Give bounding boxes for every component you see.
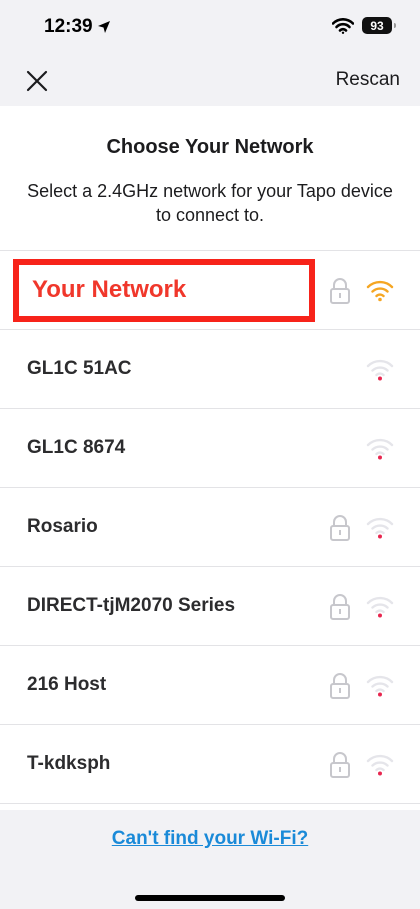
status-bar: 12:39 93 bbox=[0, 0, 420, 56]
status-indicators: 93 bbox=[332, 17, 396, 34]
network-row-t-kdksph[interactable]: T-kdksph bbox=[0, 725, 420, 804]
lock-icon bbox=[330, 673, 350, 699]
status-time: 12:39 bbox=[44, 16, 93, 37]
wifi-signal-icon bbox=[366, 754, 394, 776]
nav-bar: Rescan bbox=[0, 56, 420, 106]
network-row-your-network[interactable]: Your Network bbox=[0, 251, 420, 330]
rescan-button[interactable]: Rescan bbox=[336, 69, 400, 91]
home-indicator bbox=[135, 895, 285, 901]
wifi-signal-icon bbox=[366, 675, 394, 697]
network-name: 216 Host bbox=[27, 674, 107, 695]
lock-icon bbox=[330, 594, 350, 620]
wifi-icon bbox=[332, 17, 354, 34]
network-list: Your Network GL1C 51AC GL1C 8674 Rosario… bbox=[0, 250, 420, 804]
wifi-signal-icon bbox=[366, 280, 394, 302]
network-name: T-kdksph bbox=[27, 753, 111, 774]
wifi-signal-icon bbox=[366, 359, 394, 381]
page-title: Choose Your Network bbox=[106, 136, 314, 158]
lock-icon bbox=[330, 752, 350, 778]
network-row-216-host[interactable]: 216 Host bbox=[0, 646, 420, 725]
lock-icon bbox=[330, 515, 350, 541]
network-name: GL1C 51AC bbox=[27, 358, 132, 379]
battery-icon: 93 bbox=[362, 17, 396, 34]
battery-level: 93 bbox=[370, 18, 384, 33]
network-selection-panel: Choose Your Network Select a 2.4GHz netw… bbox=[0, 106, 420, 810]
wifi-signal-icon bbox=[366, 438, 394, 460]
wifi-signal-icon bbox=[366, 517, 394, 539]
network-row-gl1c-8674[interactable]: GL1C 8674 bbox=[0, 409, 420, 488]
status-time-group: 12:39 bbox=[44, 16, 111, 38]
location-arrow-icon bbox=[97, 21, 110, 33]
footer: Can't find your Wi-Fi? bbox=[0, 810, 420, 909]
network-row-gl1c-51ac[interactable]: GL1C 51AC bbox=[0, 330, 420, 409]
network-name: GL1C 8674 bbox=[27, 437, 126, 458]
close-icon bbox=[26, 70, 48, 92]
wifi-signal-icon bbox=[366, 596, 394, 618]
network-name: DIRECT-tjM2070 Series bbox=[27, 595, 236, 616]
network-row-rosario[interactable]: Rosario bbox=[0, 488, 420, 567]
close-button[interactable] bbox=[22, 66, 52, 96]
network-row-direct-tjm2070[interactable]: DIRECT-tjM2070 Series bbox=[0, 567, 420, 646]
lock-icon bbox=[330, 278, 350, 304]
network-name: Your Network bbox=[32, 276, 187, 303]
page-subtitle: Select a 2.4GHz network for your Tapo de… bbox=[27, 181, 393, 225]
network-name: Rosario bbox=[27, 516, 98, 537]
cant-find-wifi-link[interactable]: Can't find your Wi-Fi? bbox=[0, 828, 420, 850]
